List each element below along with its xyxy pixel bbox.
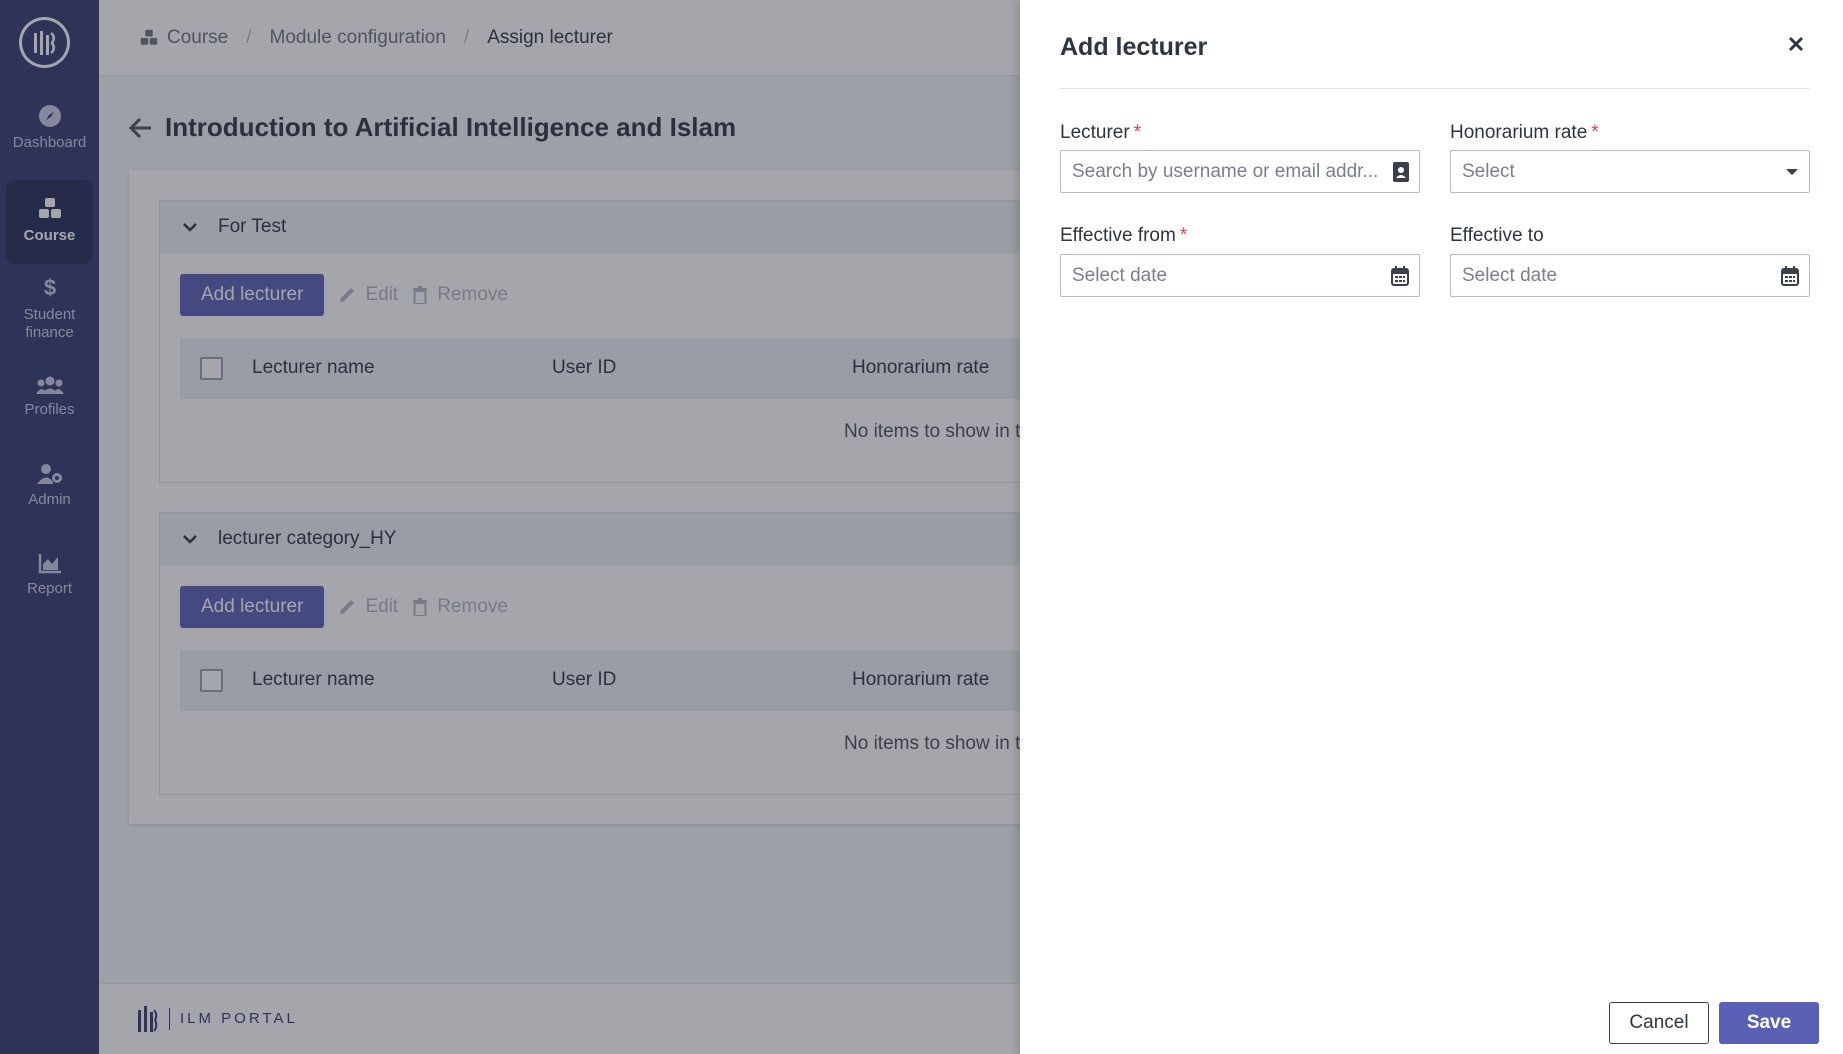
effective-to-placeholder: Select date [1462,264,1558,286]
lecturer-search-input[interactable]: Search by username or email addr... [1060,150,1420,193]
modal-backdrop[interactable] [0,0,1020,1054]
effective-to-label: Effective to [1450,225,1544,246]
calendar-icon [1391,266,1409,286]
effective-from-label: Effective from * [1060,225,1188,246]
honorarium-rate-select[interactable]: Select [1450,150,1810,193]
honorarium-rate-placeholder: Select [1462,160,1515,182]
drawer-divider [1060,88,1809,89]
lecturer-label: Lecturer * [1060,122,1142,143]
honorarium-rate-label: Honorarium rate * [1450,122,1599,143]
lecturer-search-placeholder: Search by username or email addr... [1072,160,1379,182]
add-lecturer-drawer: Add lecturer Lecturer * Search by usernam… [1020,0,1843,1054]
contact-card-icon [1393,162,1409,182]
effective-from-datepicker[interactable]: Select date [1060,254,1420,297]
drawer-title: Add lecturer [1060,33,1208,61]
calendar-icon [1781,266,1799,286]
effective-from-placeholder: Select date [1072,264,1168,286]
close-icon[interactable] [1788,36,1804,52]
save-button[interactable]: Save [1719,1002,1819,1044]
cancel-button[interactable]: Cancel [1609,1002,1709,1044]
caret-down-icon [1786,169,1798,175]
effective-to-datepicker[interactable]: Select date [1450,254,1810,297]
